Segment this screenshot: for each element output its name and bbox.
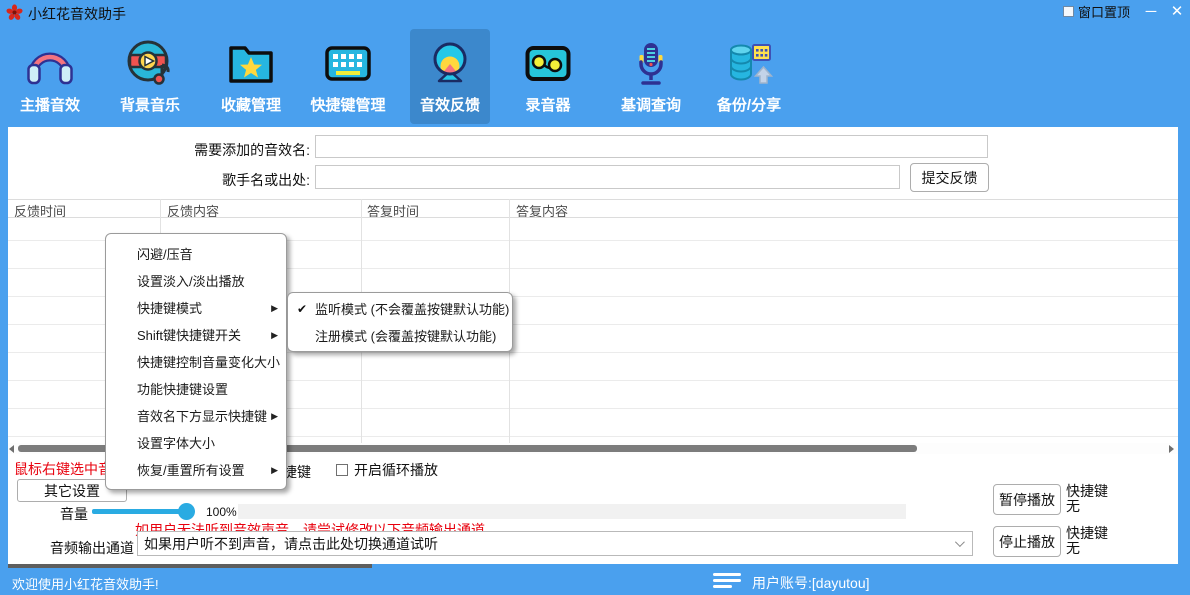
- submenu-arrow-icon: ▶: [271, 403, 278, 430]
- microphone-icon: [625, 36, 677, 90]
- toolbar-label: 备份/分享: [717, 94, 781, 115]
- menu-item-fade-in-out[interactable]: 设置淡入/淡出播放: [106, 268, 286, 295]
- singer-source-label: 歌手名或出处:: [150, 170, 310, 190]
- toolbar-item-favorites[interactable]: 收藏管理: [211, 29, 291, 124]
- menu-item-hotkey-volume-step[interactable]: 快捷键控制音量变化大小: [106, 349, 286, 376]
- app-window: 小红花音效助手 窗口置顶 ─ ✕ 主播音效: [0, 0, 1190, 595]
- menu-item-reset-all-settings[interactable]: 恢复/重置所有设置▶: [106, 457, 286, 484]
- submit-feedback-button[interactable]: 提交反馈: [910, 163, 989, 192]
- submenu-item-register-mode[interactable]: 注册模式 (会覆盖按键默认功能): [288, 323, 512, 350]
- keyboard-icon: [322, 36, 374, 90]
- volume-label: 音量: [48, 504, 88, 524]
- context-menu: 闪避/压音 设置淡入/淡出播放 快捷键模式▶ Shift键快捷键开关▶ 快捷键控…: [105, 233, 287, 490]
- stop-playback-button[interactable]: 停止播放: [993, 526, 1061, 557]
- volume-slider-handle[interactable]: [178, 503, 195, 520]
- submenu-arrow-icon: ▶: [271, 457, 278, 484]
- volume-value: 100%: [206, 505, 237, 519]
- toolbar-label: 录音器: [525, 94, 570, 115]
- audio-channel-label: 音频输出通道: [44, 538, 134, 558]
- submenu-item-listen-mode[interactable]: ✔ 监听模式 (不会覆盖按键默认功能): [288, 296, 512, 323]
- headphones-icon: [24, 36, 76, 90]
- pause-playback-button[interactable]: 暂停播放: [993, 484, 1061, 515]
- hotkey-label: 快捷键: [1066, 526, 1108, 541]
- toolbar-label: 收藏管理: [221, 94, 281, 115]
- hotkey-label: 快捷键: [1066, 484, 1108, 499]
- menu-item-duck-audio[interactable]: 闪避/压音: [106, 241, 286, 268]
- toolbar-label: 背景音乐: [120, 94, 180, 115]
- submenu-arrow-icon: ▶: [271, 295, 278, 322]
- hotkey-value: 无: [1066, 499, 1108, 514]
- user-account-text: 用户账号:[dayutou]: [752, 573, 870, 593]
- chevron-down-icon: [955, 537, 965, 547]
- check-icon: ✔: [297, 296, 307, 323]
- window-title: 小红花音效助手: [28, 4, 126, 24]
- menu-item-font-size[interactable]: 设置字体大小: [106, 430, 286, 457]
- menu-item-shift-hotkey-toggle[interactable]: Shift键快捷键开关▶: [106, 322, 286, 349]
- toolbar-item-feedback[interactable]: 音效反馈: [410, 29, 490, 124]
- title-bar: 小红花音效助手 窗口置顶 ─ ✕: [0, 0, 1190, 26]
- toolbar-item-anchor-sounds[interactable]: 主播音效: [10, 29, 90, 124]
- menu-item-function-hotkey-settings[interactable]: 功能快捷键设置: [106, 376, 286, 403]
- close-button[interactable]: ✕: [1164, 1, 1190, 23]
- audio-channel-value: 如果用户听不到声音，请点击此处切换通道试听: [144, 534, 438, 554]
- toolbar-label: 快捷键管理: [310, 94, 385, 115]
- audio-channel-select[interactable]: 如果用户听不到声音，请点击此处切换通道试听: [137, 531, 973, 556]
- loop-playback-label: 开启循环播放: [354, 460, 438, 480]
- toolbar-item-key-query[interactable]: 基调查询: [611, 29, 691, 124]
- volume-meter-bar: [238, 504, 906, 519]
- hotkey-checkbox-label-fragment: 捷键: [283, 462, 311, 482]
- toolbar-item-recorder[interactable]: 录音器: [508, 29, 588, 124]
- menu-item-hotkey-mode[interactable]: 快捷键模式▶: [106, 295, 286, 322]
- pause-hotkey-info: 快捷键 无: [1066, 484, 1108, 514]
- toolbar-item-background-music[interactable]: 背景音乐: [110, 29, 190, 124]
- hotkey-mode-submenu: ✔ 监听模式 (不会覆盖按键默认功能) 注册模式 (会覆盖按键默认功能): [287, 292, 513, 352]
- toolbar-label: 音效反馈: [420, 94, 480, 115]
- feedback-icon: [424, 36, 476, 90]
- menu-hamburger-icon[interactable]: [713, 573, 743, 590]
- hotkey-value: 无: [1066, 541, 1108, 556]
- minimize-button[interactable]: ─: [1138, 1, 1164, 23]
- app-flower-icon: [6, 4, 23, 21]
- stop-hotkey-info: 快捷键 无: [1066, 526, 1108, 556]
- checkbox-icon: [1063, 6, 1074, 17]
- scroll-left-arrow-icon[interactable]: [9, 445, 14, 453]
- right-click-hint-text: 鼠标右键选中音: [14, 459, 112, 479]
- sound-name-input[interactable]: [315, 135, 988, 158]
- toolbar-label: 基调查询: [621, 94, 681, 115]
- music-disc-icon: [124, 36, 176, 90]
- volume-slider-track[interactable]: [92, 509, 188, 514]
- scroll-right-arrow-icon[interactable]: [1169, 445, 1174, 453]
- pin-window-label: 窗口置顶: [1078, 2, 1130, 21]
- status-welcome-text: 欢迎使用小红花音效助手!: [12, 574, 159, 593]
- toolbar-item-hotkey-manager[interactable]: 快捷键管理: [308, 29, 388, 124]
- status-bar: 欢迎使用小红花音效助手! 用户账号:[dayutou]: [0, 568, 1190, 595]
- loop-playback-checkbox[interactable]: 开启循环播放: [336, 460, 438, 480]
- menu-item-show-hotkey-under-name[interactable]: 音效名下方显示快捷键▶: [106, 403, 286, 430]
- table-header-top-border: [8, 199, 1178, 200]
- singer-source-input[interactable]: [315, 165, 900, 189]
- submenu-arrow-icon: ▶: [271, 322, 278, 349]
- checkbox-icon: [336, 464, 348, 476]
- backup-icon: [723, 36, 775, 90]
- toolbar-item-backup-share[interactable]: 备份/分享: [709, 29, 789, 124]
- folder-star-icon: [225, 36, 277, 90]
- toolbar-label: 主播音效: [20, 94, 80, 115]
- pin-window-checkbox[interactable]: 窗口置顶: [1063, 2, 1130, 20]
- cassette-icon: [522, 36, 574, 90]
- sound-name-label: 需要添加的音效名:: [150, 140, 310, 160]
